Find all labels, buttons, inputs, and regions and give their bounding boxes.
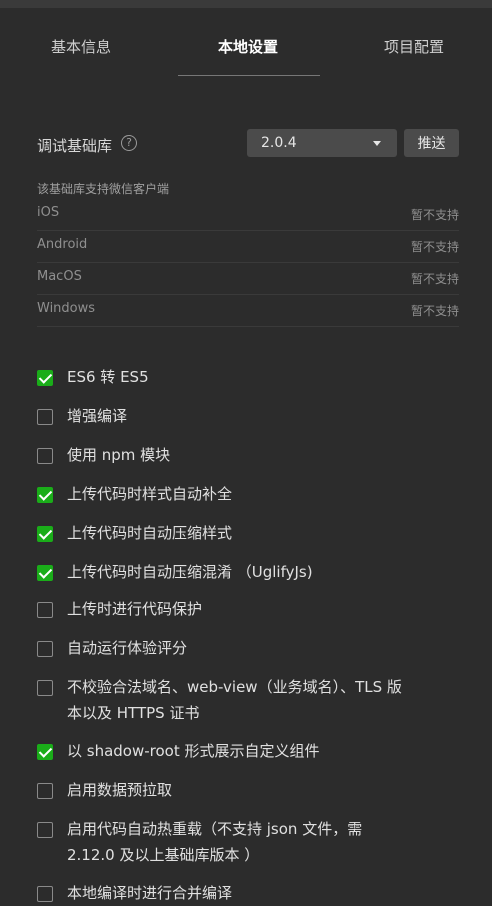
option-label: 启用代码自动热重载（不支持 json 文件，需 2.12.0 及以上基础库版本 … [67, 820, 363, 864]
push-button[interactable]: 推送 [404, 129, 459, 157]
platform-name: iOS [37, 205, 60, 220]
tab-local-settings[interactable]: 本地设置 [218, 36, 278, 57]
checkbox-unchecked[interactable] [37, 783, 53, 799]
checkbox-checked[interactable] [37, 526, 53, 542]
support-status: 暂不支持 [410, 304, 459, 318]
option-label: 增强编译 [67, 407, 128, 425]
support-caption: 该基础库支持微信客户端 [37, 182, 170, 196]
support-row-ios: iOS 暂不支持 [37, 199, 459, 231]
support-row-macos: MacOS 暂不支持 [37, 263, 459, 295]
checkbox-unchecked[interactable] [37, 822, 53, 838]
active-tab-indicator [178, 75, 320, 76]
option-label: ES6 转 ES5 [67, 368, 149, 386]
option-label: 以 shadow-root 形式展示自定义组件 [67, 742, 320, 760]
settings-tabs: 基本信息 本地设置 项目配置 [0, 8, 492, 78]
lib-version-select[interactable]: 2.0.4 [247, 129, 397, 157]
option-label: 上传代码时自动压缩样式 [67, 524, 233, 542]
checkbox-checked[interactable] [37, 370, 53, 386]
support-status: 暂不支持 [410, 272, 459, 286]
debug-lib-label: 调试基础库 [37, 137, 113, 155]
platform-name: MacOS [37, 269, 82, 284]
chevron-down-icon [373, 141, 381, 146]
option-label: 启用数据预拉取 [67, 781, 173, 799]
checkbox-unchecked[interactable] [37, 680, 53, 696]
platform-name: Android [37, 237, 88, 252]
checkbox-checked[interactable] [37, 565, 53, 581]
option-label: 上传代码时样式自动补全 [67, 485, 233, 503]
support-row-windows: Windows 暂不支持 [37, 295, 459, 327]
help-icon[interactable]: ? [121, 135, 137, 151]
window-top-strip [0, 0, 492, 8]
option-label: 本地编译时进行合并编译 [67, 884, 233, 902]
checkbox-checked[interactable] [37, 744, 53, 760]
checkbox-checked[interactable] [37, 487, 53, 503]
checkbox-unchecked[interactable] [37, 448, 53, 464]
checkbox-unchecked[interactable] [37, 409, 53, 425]
tab-project-config[interactable]: 项目配置 [384, 36, 444, 57]
support-row-android: Android 暂不支持 [37, 231, 459, 263]
support-status: 暂不支持 [410, 240, 459, 254]
option-label: 不校验合法域名、web-view（业务域名）、TLS 版本以及 HTTPS 证书 [67, 678, 402, 722]
checkbox-unchecked[interactable] [37, 602, 53, 618]
option-label: 使用 npm 模块 [67, 446, 171, 464]
debug-lib-row: 调试基础库 ? 2.0.4 推送 [37, 129, 459, 157]
option-label: 上传时进行代码保护 [67, 600, 203, 618]
option-label: 自动运行体验评分 [67, 639, 188, 657]
checkbox-unchecked[interactable] [37, 886, 53, 902]
checkbox-unchecked[interactable] [37, 641, 53, 657]
support-status: 暂不支持 [410, 208, 459, 222]
platform-name: Windows [37, 301, 96, 316]
tab-basic-info[interactable]: 基本信息 [51, 36, 111, 57]
lib-version-value: 2.0.4 [261, 135, 297, 151]
option-label: 上传代码时自动压缩混淆 （UglifyJs) [67, 563, 313, 581]
